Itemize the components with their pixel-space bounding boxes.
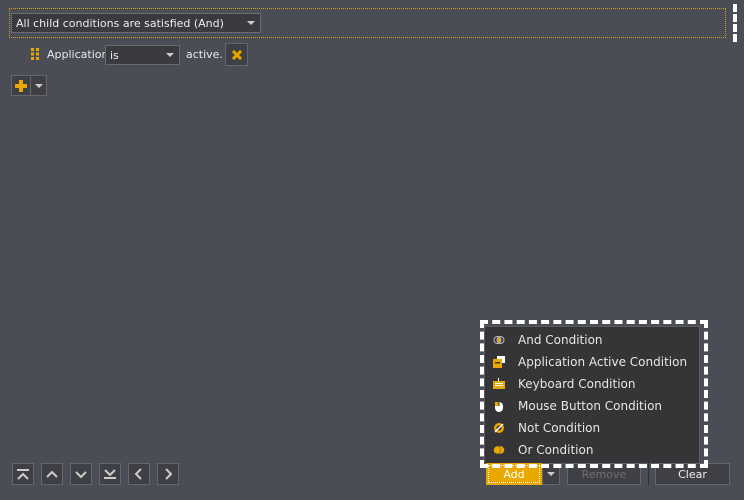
plus-icon bbox=[15, 79, 27, 92]
remove-button-label: Remove bbox=[581, 467, 627, 481]
condition-suffix-label: active. bbox=[186, 48, 223, 61]
chevron-left-icon bbox=[134, 468, 142, 480]
chevron-down-icon bbox=[166, 53, 174, 57]
highlight-box bbox=[480, 320, 708, 468]
condition-mode-value: All child conditions are satisfied (And) bbox=[16, 16, 224, 30]
highlight-marker bbox=[733, 4, 737, 42]
condition-subject-label: Application bbox=[47, 48, 109, 61]
add-child-dropdown[interactable] bbox=[30, 75, 47, 96]
move-down-button[interactable] bbox=[70, 463, 92, 485]
condition-operator-select[interactable]: is bbox=[105, 45, 180, 65]
close-icon bbox=[231, 49, 242, 60]
chevron-down-icon bbox=[547, 472, 555, 476]
add-child-button[interactable] bbox=[11, 75, 31, 96]
chevron-up-icon bbox=[46, 470, 58, 478]
move-to-bottom-button[interactable] bbox=[99, 463, 121, 485]
move-bottom-icon bbox=[104, 469, 116, 479]
drag-handle-icon[interactable] bbox=[31, 48, 39, 60]
remove-condition-button[interactable] bbox=[225, 43, 248, 66]
move-out-button[interactable] bbox=[128, 463, 150, 485]
move-in-button[interactable] bbox=[157, 463, 179, 485]
move-to-top-button[interactable] bbox=[12, 463, 34, 485]
clear-button-label: Clear bbox=[678, 467, 707, 481]
chevron-down-icon bbox=[75, 471, 87, 479]
condition-mode-select[interactable]: All child conditions are satisfied (And) bbox=[11, 13, 261, 33]
chevron-down-icon bbox=[34, 83, 43, 88]
condition-operator-value: is bbox=[110, 48, 119, 62]
chevron-right-icon bbox=[165, 468, 173, 480]
move-up-button[interactable] bbox=[41, 463, 63, 485]
move-top-icon bbox=[17, 469, 29, 480]
chevron-down-icon bbox=[247, 21, 255, 25]
